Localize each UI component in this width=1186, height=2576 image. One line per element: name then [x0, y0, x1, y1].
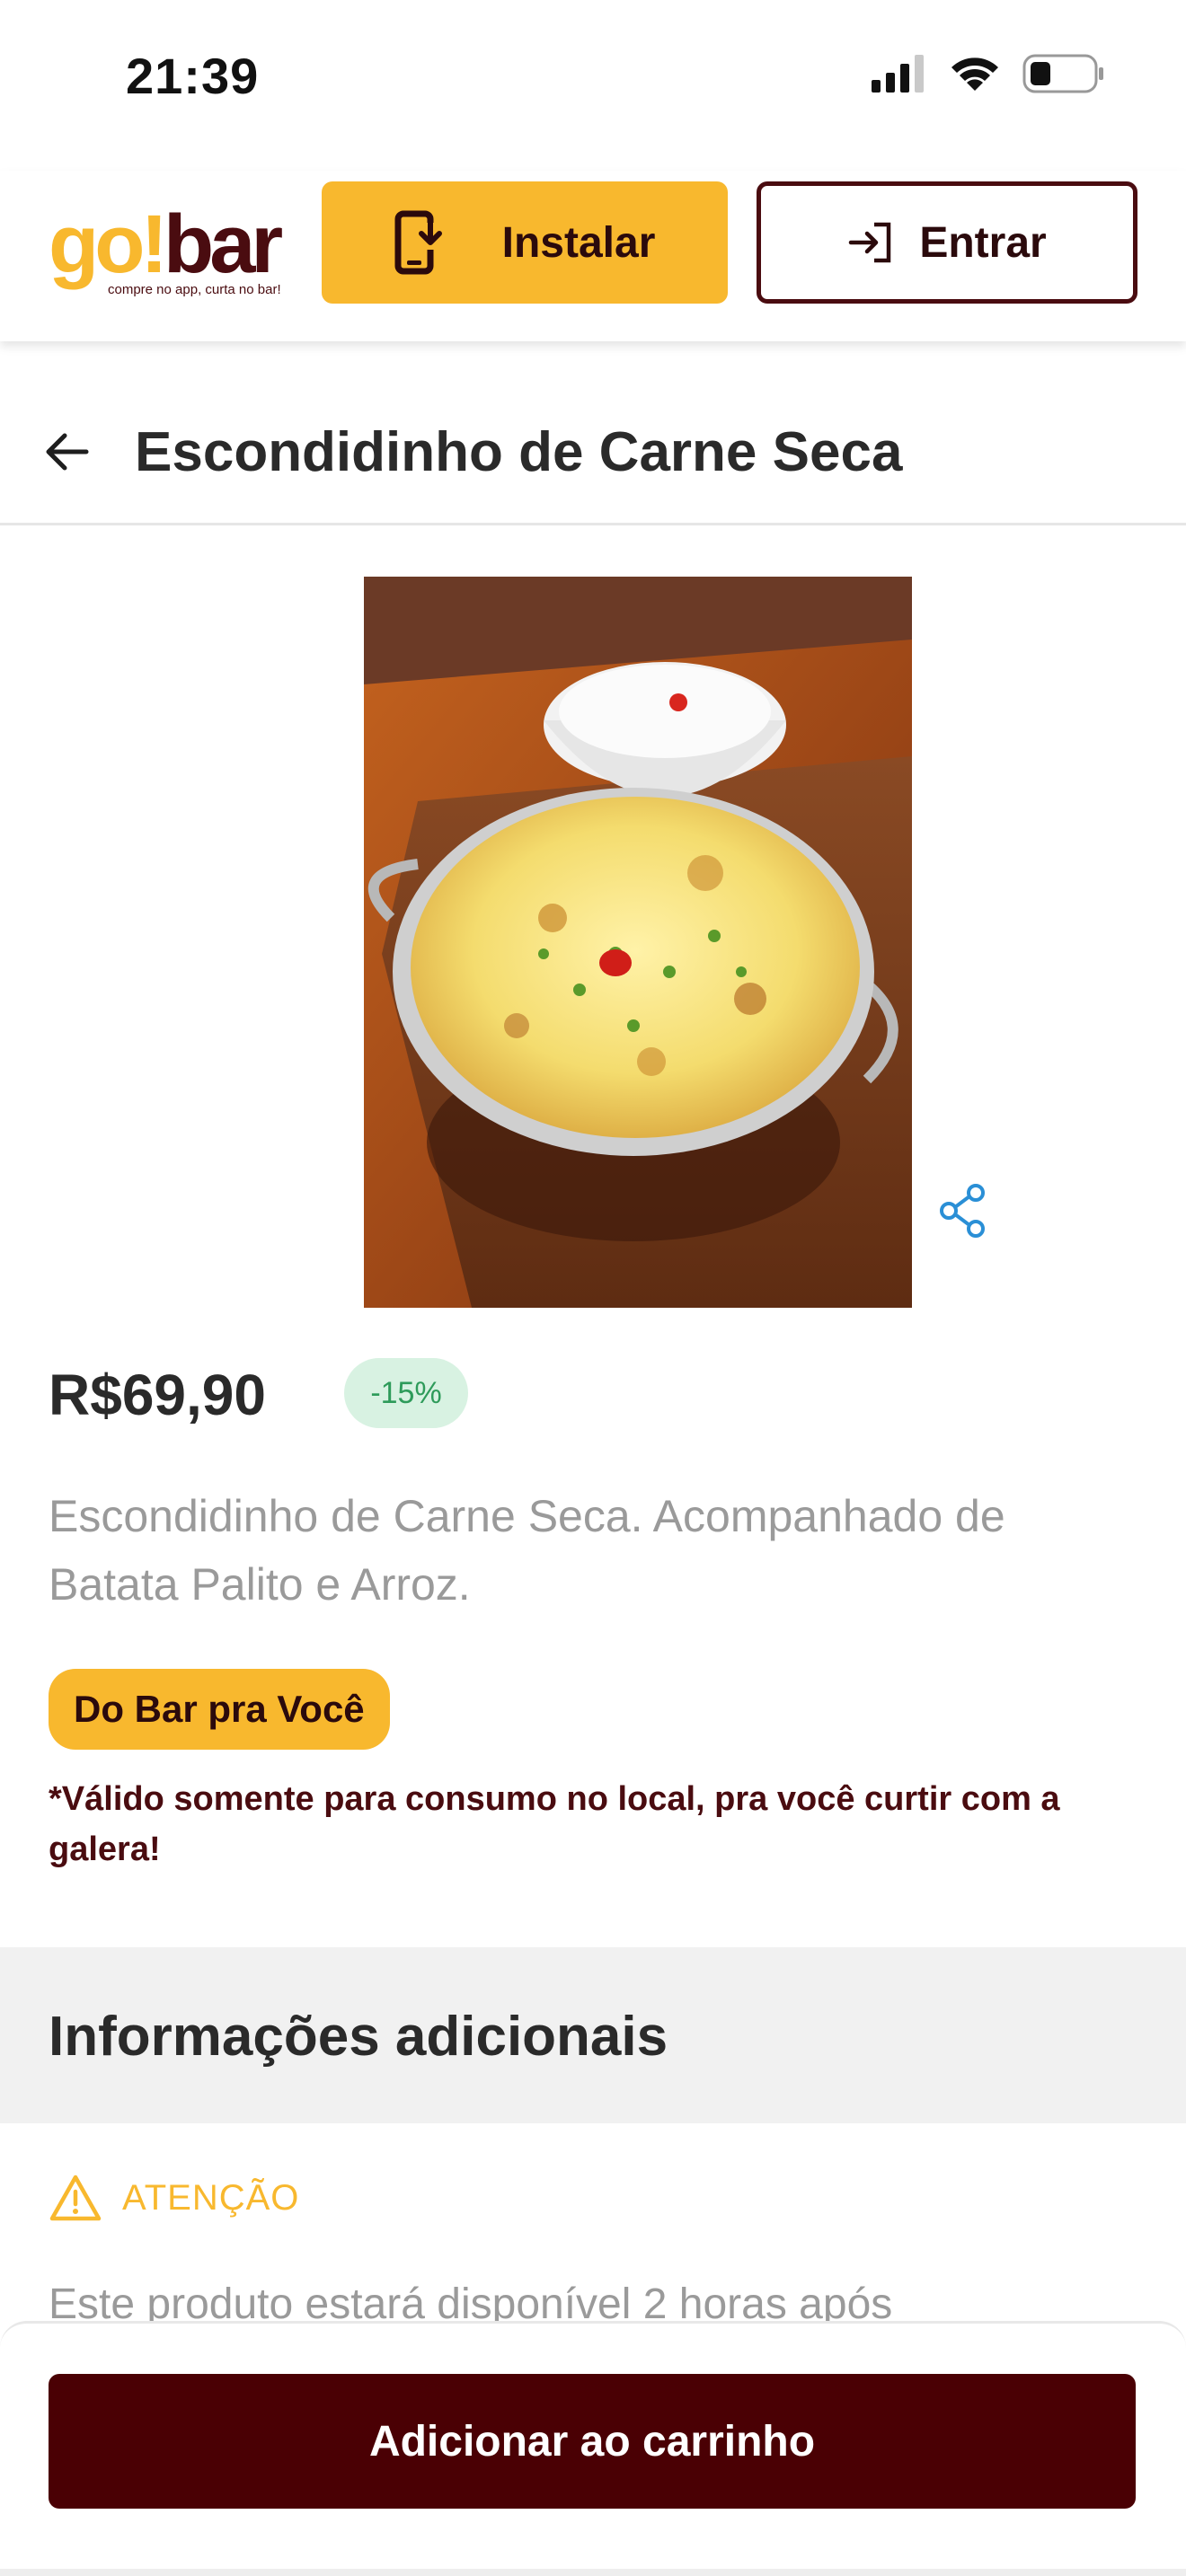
login-button[interactable]: Entrar: [757, 181, 1137, 304]
status-time: 21:39: [126, 48, 260, 104]
attention-label: ATENÇÃO: [122, 2177, 300, 2218]
logo-go: go: [49, 198, 145, 290]
phone-download-icon: [394, 210, 445, 275]
attention-row: ATENÇÃO: [49, 2174, 299, 2222]
additional-info-title: Informações adicionais: [49, 2006, 668, 2068]
install-button[interactable]: Instalar: [322, 181, 728, 304]
logo-bang: !: [140, 198, 168, 290]
wifi-icon: [951, 57, 998, 91]
logo-bar: bar: [164, 198, 283, 290]
logo-wordmark: go!bar: [49, 203, 283, 286]
product-price: R$69,90: [49, 1363, 266, 1427]
product-image: [364, 577, 912, 1308]
bottom-action-bar: Adicionar ao carrinho: [0, 2321, 1186, 2576]
page-title: Escondidinho de Carne Seca: [135, 421, 903, 483]
additional-info-header: Informações adicionais: [0, 1947, 1186, 2123]
cellular-signal-icon: [872, 55, 924, 93]
status-icons: [870, 54, 1105, 93]
gobar-logo[interactable]: go!bar compre no app, curta no bar!: [49, 203, 291, 305]
app-header: go!bar compre no app, curta no bar! Inst…: [0, 171, 1186, 341]
logo-tagline: compre no app, curta no bar!: [108, 282, 281, 297]
share-icon: [940, 1184, 985, 1238]
battery-icon: [1022, 54, 1103, 93]
product-photo: [364, 577, 912, 1308]
discount-badge: -15%: [344, 1358, 468, 1428]
product-description: Escondidinho de Carne Seca. Acompanhado …: [49, 1491, 1005, 1610]
share-button[interactable]: [934, 1182, 992, 1239]
promo-tag: Do Bar pra Você: [49, 1669, 390, 1750]
install-label: Instalar: [501, 218, 656, 267]
consumption-note: *Válido somente para consumo no local, p…: [49, 1780, 1060, 1868]
sign-in-icon: [849, 222, 891, 263]
title-bar: Escondidinho de Carne Seca: [0, 377, 1186, 525]
login-label: Entrar: [919, 218, 1047, 267]
add-to-cart-button[interactable]: Adicionar ao carrinho: [49, 2374, 1136, 2509]
warning-icon: [49, 2175, 102, 2221]
home-indicator: [0, 2569, 1186, 2576]
back-button[interactable]: [43, 413, 93, 490]
arrow-left-icon: [46, 433, 89, 471]
status-bar: 21:39: [0, 0, 1186, 153]
